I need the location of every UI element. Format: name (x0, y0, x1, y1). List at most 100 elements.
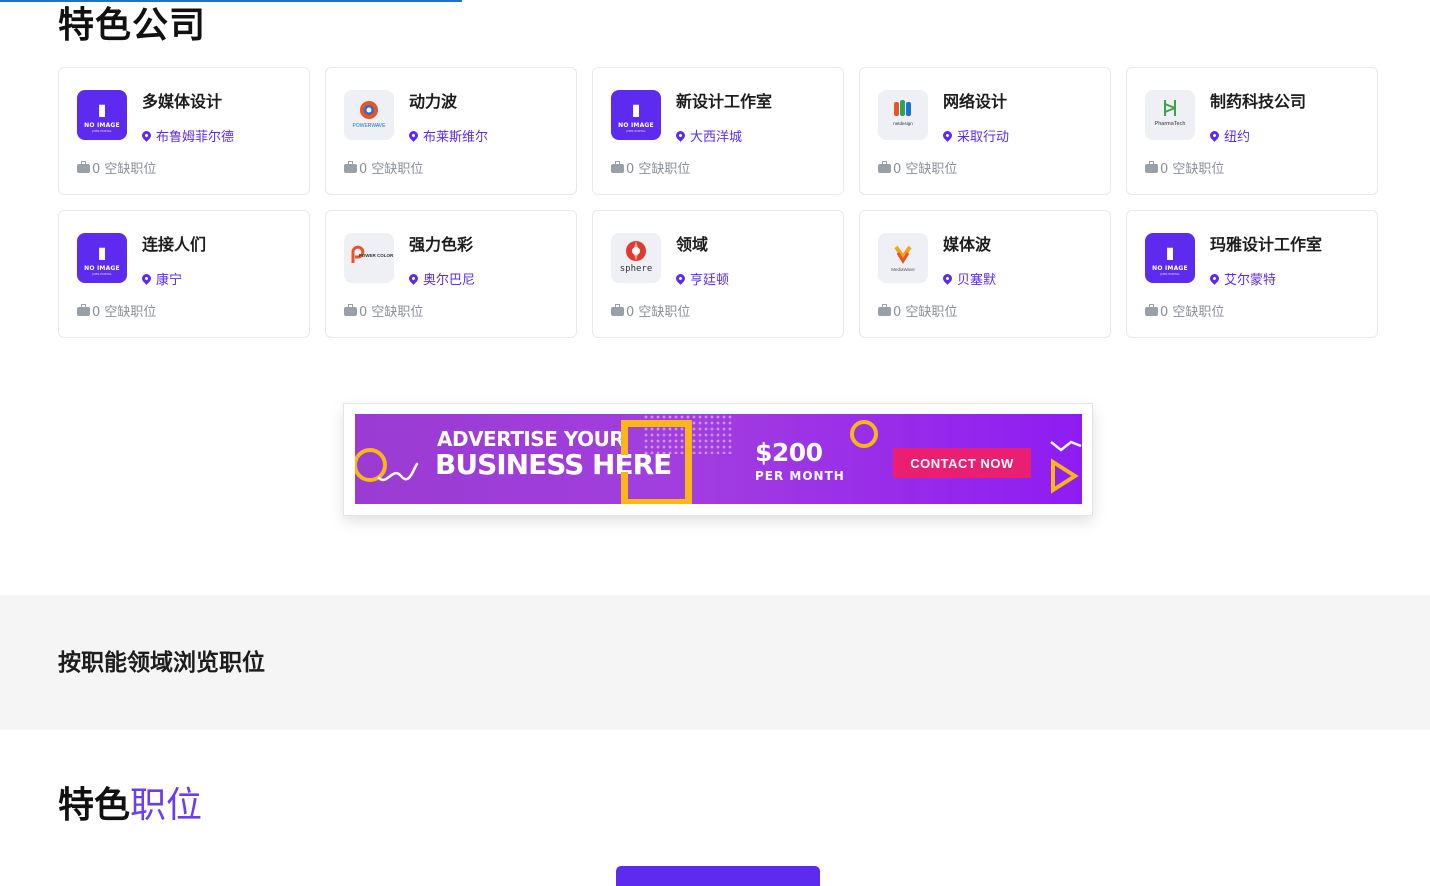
ad-bracket-decoration-top (621, 420, 642, 455)
browse-by-category-section: 按职能领域浏览职位 (0, 595, 1430, 730)
company-name[interactable]: 动力波 (409, 88, 457, 112)
svg-text:POWERWAVE: POWERWAVE (353, 123, 387, 129)
location-pin-icon (140, 129, 153, 142)
company-name[interactable]: 强力色彩 (409, 231, 473, 255)
company-open-jobs-text: 0 空缺职位 (626, 162, 691, 177)
company-location: 贝塞默 (941, 269, 997, 288)
company-open-jobs-text: 0 空缺职位 (92, 305, 157, 320)
company-name[interactable]: 玛雅设计工作室 (1210, 231, 1322, 255)
company-card[interactable]: MediaWave 媒体波贝塞默 0 空缺职位 (859, 210, 1111, 338)
briefcase-icon (878, 304, 891, 316)
location-pin-icon (1208, 129, 1221, 142)
no-image-logo[interactable]: ▮ NO IMAGE JOBS PORTAL (77, 233, 127, 283)
company-location-text: 贝塞默 (957, 273, 997, 288)
ad-play-decoration (1050, 440, 1082, 494)
company-name[interactable]: 媒体波 (943, 231, 991, 255)
ad-squiggle-decoration (377, 462, 419, 482)
contact-now-button[interactable]: CONTACT NOW (893, 448, 1031, 478)
company-name[interactable]: 网络设计 (943, 88, 1007, 112)
company-open-jobs: 0 空缺职位 (1145, 158, 1224, 177)
featured-jobs-title-light: 职位 (130, 785, 203, 826)
company-card[interactable]: ▮ NO IMAGE JOBS PORTAL 玛雅设计工作室艾尔蒙特 0 空缺职位 (1126, 210, 1378, 338)
company-open-jobs: 0 空缺职位 (344, 158, 423, 177)
company-location: 采取行动 (941, 126, 1009, 145)
location-pin-icon (407, 272, 420, 285)
company-card[interactable]: PharmaTech 制药科技公司纽约 0 空缺职位 (1126, 67, 1378, 195)
company-location: 奥尔巴尼 (407, 269, 476, 288)
company-card[interactable]: POWER COLOR 强力色彩奥尔巴尼 0 空缺职位 (325, 210, 577, 338)
company-open-jobs-text: 0 空缺职位 (92, 162, 157, 177)
location-pin-icon (674, 129, 687, 142)
company-grid: ▮ NO IMAGE JOBS PORTAL 多媒体设计 布鲁姆菲尔德 0 空缺职位 POW… (58, 67, 1378, 338)
sphere-logo[interactable]: sphere (611, 233, 661, 283)
power-color-logo[interactable]: POWER COLOR (344, 233, 394, 283)
svg-text:PharmaTech: PharmaTech (1155, 121, 1186, 127)
company-card[interactable]: POWERWAVE 动力波布莱斯维尔 0 空缺职位 (325, 67, 577, 195)
company-location-text: 亨廷顿 (690, 273, 730, 288)
location-pin-icon (407, 129, 420, 142)
company-name[interactable]: 连接人们 (142, 231, 206, 255)
location-pin-icon (674, 272, 687, 285)
company-card[interactable]: ▮ NO IMAGE JOBS PORTAL 连接人们康宁 0 空缺职位 (58, 210, 310, 338)
featured-jobs-title: 特色职位 (58, 776, 202, 828)
svg-text:MediaWave: MediaWave (891, 267, 915, 272)
ad-bracket-decoration-bottom (621, 472, 642, 504)
company-name[interactable]: 制药科技公司 (1210, 88, 1306, 112)
company-location-text: 纽约 (1224, 130, 1251, 145)
company-location-text: 奥尔巴尼 (423, 273, 476, 288)
ad-ring-decoration-top (850, 420, 878, 448)
company-open-jobs-text: 0 空缺职位 (1160, 305, 1225, 320)
advertisement-banner[interactable]: ADVERTISE YOUR BUSINESS HERE $200 PER MO… (343, 403, 1093, 516)
company-open-jobs: 0 空缺职位 (611, 301, 690, 320)
company-location-text: 布莱斯维尔 (423, 130, 489, 145)
company-location: 布莱斯维尔 (407, 126, 489, 145)
company-card[interactable]: ▮ NO IMAGE JOBS PORTAL 新设计工作室大西洋城 0 空缺职位 (592, 67, 844, 195)
company-card[interactable]: ▮ NO IMAGE JOBS PORTAL 多媒体设计布鲁姆菲尔德 0 空缺职位 (58, 67, 310, 195)
no-image-logo[interactable]: ▮ NO IMAGE JOBS PORTAL (77, 90, 127, 140)
company-open-jobs-text: 0 空缺职位 (1160, 162, 1225, 177)
company-open-jobs: 0 空缺职位 (77, 158, 156, 177)
company-location-text: 布鲁姆菲尔德 (156, 130, 235, 145)
location-pin-icon (1208, 272, 1221, 285)
pharmatech-logo[interactable]: PharmaTech (1145, 90, 1195, 140)
company-open-jobs-text: 0 空缺职位 (359, 305, 424, 320)
location-pin-icon (140, 272, 153, 285)
briefcase-icon (878, 161, 891, 173)
company-location-text: 康宁 (156, 273, 183, 288)
briefcase-icon (344, 161, 357, 173)
company-location: 布鲁姆菲尔德 (140, 126, 235, 145)
svg-text:netdesign: netdesign (893, 121, 913, 126)
ad-image[interactable]: ADVERTISE YOUR BUSINESS HERE $200 PER MO… (355, 414, 1082, 504)
company-location: 大西洋城 (674, 126, 743, 145)
no-image-logo[interactable]: ▮ NO IMAGE JOBS PORTAL (611, 90, 661, 140)
no-image-logo[interactable]: ▮ NO IMAGE JOBS PORTAL (1145, 233, 1195, 283)
company-location: 康宁 (140, 269, 183, 288)
company-card[interactable]: netdesign 网络设计 采取行动 0 空缺职位 (859, 67, 1111, 195)
location-pin-icon (941, 272, 954, 285)
net-design-logo[interactable]: netdesign (878, 90, 928, 140)
ad-per-month: PER MONTH (755, 469, 845, 483)
media-wave-logo[interactable]: MediaWave (878, 233, 928, 283)
location-pin-icon (941, 129, 954, 142)
briefcase-icon (1145, 304, 1158, 316)
company-location-text: 艾尔蒙特 (1224, 273, 1277, 288)
company-card[interactable]: sphere 领域亨廷顿 0 空缺职位 (592, 210, 844, 338)
company-name[interactable]: 多媒体设计 (142, 88, 222, 112)
power-wave-logo[interactable]: POWERWAVE (344, 90, 394, 140)
browse-section-title: 按职能领域浏览职位 (58, 650, 265, 676)
company-open-jobs-text: 0 空缺职位 (626, 305, 691, 320)
svg-text:POWER COLOR: POWER COLOR (359, 253, 394, 258)
svg-text:sphere: sphere (620, 264, 653, 274)
briefcase-icon (1145, 161, 1158, 173)
company-location-text: 大西洋城 (690, 130, 743, 145)
briefcase-icon (611, 304, 624, 316)
featured-jobs-tab-button[interactable] (616, 866, 820, 886)
ad-price: $200 (755, 438, 823, 467)
company-name[interactable]: 新设计工作室 (676, 88, 772, 112)
company-open-jobs: 0 空缺职位 (611, 158, 690, 177)
briefcase-icon (77, 304, 90, 316)
featured-companies-title: 特色公司 (58, 5, 207, 46)
company-name[interactable]: 领域 (676, 231, 708, 255)
company-open-jobs: 0 空缺职位 (878, 301, 957, 320)
company-location: 亨廷顿 (674, 269, 730, 288)
